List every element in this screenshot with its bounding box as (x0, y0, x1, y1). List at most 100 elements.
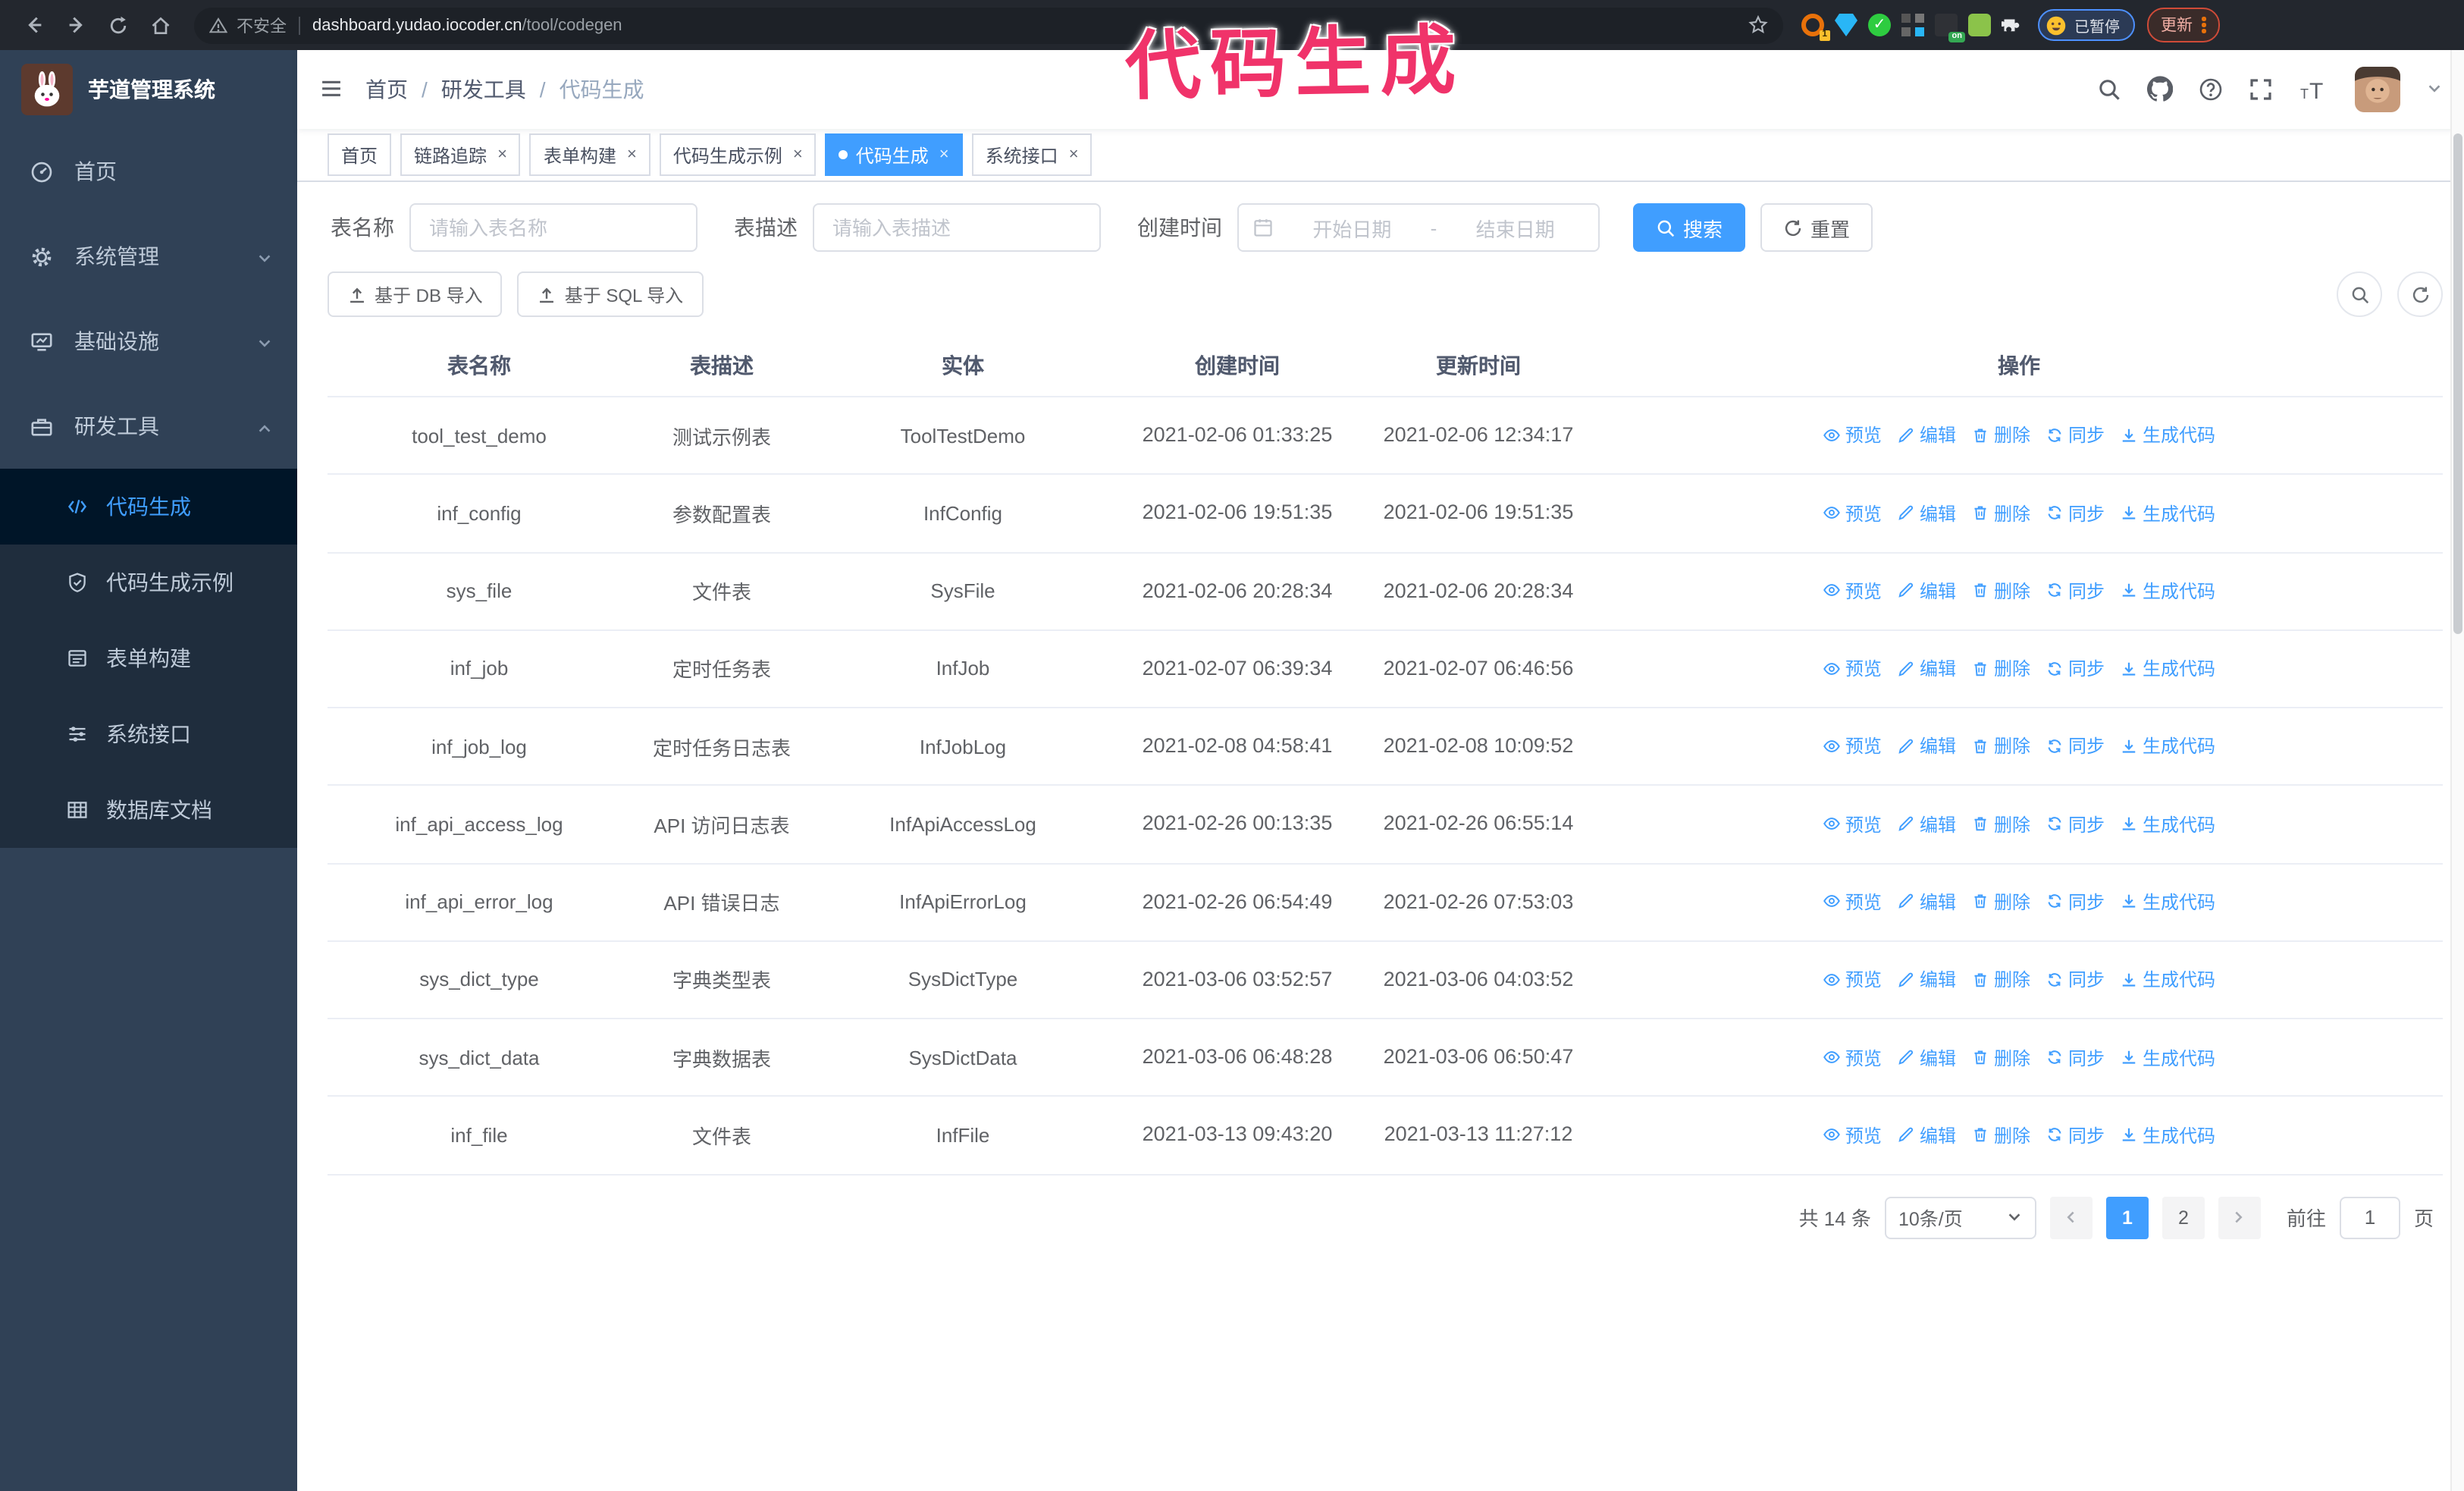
avatar-caret-icon[interactable] (2426, 76, 2443, 103)
close-icon[interactable]: × (627, 146, 637, 163)
action-sync-link[interactable]: 同步 (2045, 966, 2105, 992)
action-edit-link[interactable]: 编辑 (1897, 500, 1956, 526)
action-delete-link[interactable]: 删除 (1971, 655, 2030, 681)
browser-home-button[interactable] (144, 8, 177, 42)
action-delete-link[interactable]: 删除 (1971, 1122, 2030, 1148)
app-logo[interactable]: 芋道管理系统 (0, 50, 297, 129)
action-delete-link[interactable]: 删除 (1971, 733, 2030, 759)
action-sync-link[interactable]: 同步 (2045, 1122, 2105, 1148)
action-sync-link[interactable]: 同步 (2045, 500, 2105, 526)
extensions-puzzle-icon[interactable] (2002, 14, 2024, 36)
import-sql-button[interactable]: 基于 SQL 导入 (517, 272, 704, 317)
action-preview-link[interactable]: 预览 (1823, 889, 1882, 915)
action-preview-link[interactable]: 预览 (1823, 578, 1882, 604)
action-edit-link[interactable]: 编辑 (1897, 578, 1956, 604)
reset-button[interactable]: 重置 (1760, 203, 1873, 252)
avatar[interactable] (2355, 67, 2400, 112)
action-sync-link[interactable]: 同步 (2045, 1044, 2105, 1070)
date-range-picker[interactable]: 开始日期 - 结束日期 (1237, 203, 1600, 252)
page-button-1[interactable]: 1 (2105, 1196, 2149, 1239)
action-delete-link[interactable]: 删除 (1971, 500, 2030, 526)
action-preview-link[interactable]: 预览 (1823, 1122, 1882, 1148)
prev-page-button[interactable] (2049, 1196, 2093, 1239)
extension-gem-icon[interactable] (1835, 14, 1857, 36)
header-search-icon[interactable] (2097, 76, 2121, 103)
action-edit-link[interactable]: 编辑 (1897, 1122, 1956, 1148)
action-edit-link[interactable]: 编辑 (1897, 733, 1956, 759)
action-generate-link[interactable]: 生成代码 (2120, 500, 2215, 526)
close-icon[interactable]: × (497, 146, 507, 163)
browser-reload-button[interactable] (102, 8, 135, 42)
action-delete-link[interactable]: 删除 (1971, 811, 2030, 837)
help-icon[interactable] (2199, 76, 2223, 103)
extension-check-icon[interactable]: ✓ (1868, 14, 1891, 36)
action-delete-link[interactable]: 删除 (1971, 422, 2030, 448)
fullscreen-icon[interactable] (2249, 76, 2273, 103)
profile-paused-chip[interactable]: 已暂停 (2038, 9, 2135, 41)
action-preview-link[interactable]: 预览 (1823, 422, 1882, 448)
sidebar-subitem-3[interactable]: 系统接口 (0, 696, 297, 772)
sidebar-subitem-0[interactable]: 代码生成 (0, 469, 297, 545)
action-generate-link[interactable]: 生成代码 (2120, 1044, 2215, 1070)
font-size-icon[interactable] (2299, 76, 2329, 103)
action-generate-link[interactable]: 生成代码 (2120, 889, 2215, 915)
sidebar-item-2[interactable]: 基础设施 (0, 299, 297, 384)
action-generate-link[interactable]: 生成代码 (2120, 966, 2215, 992)
action-generate-link[interactable]: 生成代码 (2120, 578, 2215, 604)
sidebar-item-1[interactable]: 系统管理 (0, 214, 297, 299)
action-generate-link[interactable]: 生成代码 (2120, 655, 2215, 681)
table-name-input[interactable] (409, 203, 698, 252)
tab-2[interactable]: 表单构建 × (529, 133, 650, 176)
github-icon[interactable] (2147, 76, 2173, 103)
action-delete-link[interactable]: 删除 (1971, 1044, 2030, 1070)
action-edit-link[interactable]: 编辑 (1897, 889, 1956, 915)
close-icon[interactable]: × (1069, 146, 1079, 163)
action-sync-link[interactable]: 同步 (2045, 422, 2105, 448)
action-preview-link[interactable]: 预览 (1823, 1044, 1882, 1070)
tab-4[interactable]: 代码生成 × (825, 133, 963, 176)
table-desc-input[interactable] (813, 203, 1101, 252)
close-icon[interactable]: × (793, 146, 803, 163)
breadcrumb-dev-tools[interactable]: 研发工具 (441, 74, 526, 105)
extension-orange-icon[interactable]: 1 (1801, 14, 1830, 41)
browser-forward-button[interactable] (59, 8, 92, 42)
refresh-table-button[interactable] (2397, 272, 2443, 317)
next-page-button[interactable] (2218, 1196, 2261, 1239)
tab-0[interactable]: 首页 (328, 133, 392, 176)
action-edit-link[interactable]: 编辑 (1897, 655, 1956, 681)
action-preview-link[interactable]: 预览 (1823, 811, 1882, 837)
action-generate-link[interactable]: 生成代码 (2120, 733, 2215, 759)
action-delete-link[interactable]: 删除 (1971, 578, 2030, 604)
import-db-button[interactable]: 基于 DB 导入 (328, 272, 503, 317)
extension-robot-icon[interactable] (1968, 14, 1991, 36)
action-edit-link[interactable]: 编辑 (1897, 966, 1956, 992)
tab-3[interactable]: 代码生成示例 × (659, 133, 817, 176)
sidebar-subitem-2[interactable]: 表单构建 (0, 620, 297, 696)
sidebar-item-0[interactable]: 首页 (0, 129, 297, 214)
tab-1[interactable]: 链路追踪 × (400, 133, 521, 176)
action-sync-link[interactable]: 同步 (2045, 655, 2105, 681)
page-scrollbar[interactable] (2450, 50, 2464, 1491)
scrollbar-thumb[interactable] (2453, 133, 2462, 634)
action-delete-link[interactable]: 删除 (1971, 889, 2030, 915)
breadcrumb-home[interactable]: 首页 (365, 74, 408, 105)
extension-grid-icon[interactable] (1901, 14, 1924, 36)
action-edit-link[interactable]: 编辑 (1897, 1044, 1956, 1070)
extension-on-icon[interactable]: on (1935, 14, 1965, 42)
tab-5[interactable]: 系统接口 × (971, 133, 1092, 176)
close-icon[interactable]: × (939, 146, 949, 163)
action-sync-link[interactable]: 同步 (2045, 578, 2105, 604)
search-button[interactable]: 搜索 (1633, 203, 1746, 252)
sidebar-subitem-4[interactable]: 数据库文档 (0, 772, 297, 848)
action-preview-link[interactable]: 预览 (1823, 500, 1882, 526)
browser-back-button[interactable] (17, 8, 50, 42)
action-generate-link[interactable]: 生成代码 (2120, 422, 2215, 448)
goto-page-input[interactable] (2339, 1196, 2400, 1239)
bookmark-star-icon[interactable] (1748, 15, 1768, 35)
action-edit-link[interactable]: 编辑 (1897, 811, 1956, 837)
page-button-2[interactable]: 2 (2161, 1196, 2205, 1239)
sidebar-item-3[interactable]: 研发工具 (0, 384, 297, 469)
action-preview-link[interactable]: 预览 (1823, 655, 1882, 681)
toggle-search-button[interactable] (2337, 272, 2382, 317)
address-bar[interactable]: 不安全 dashboard.yudao.iocoder.cn/tool/code… (194, 7, 1783, 43)
